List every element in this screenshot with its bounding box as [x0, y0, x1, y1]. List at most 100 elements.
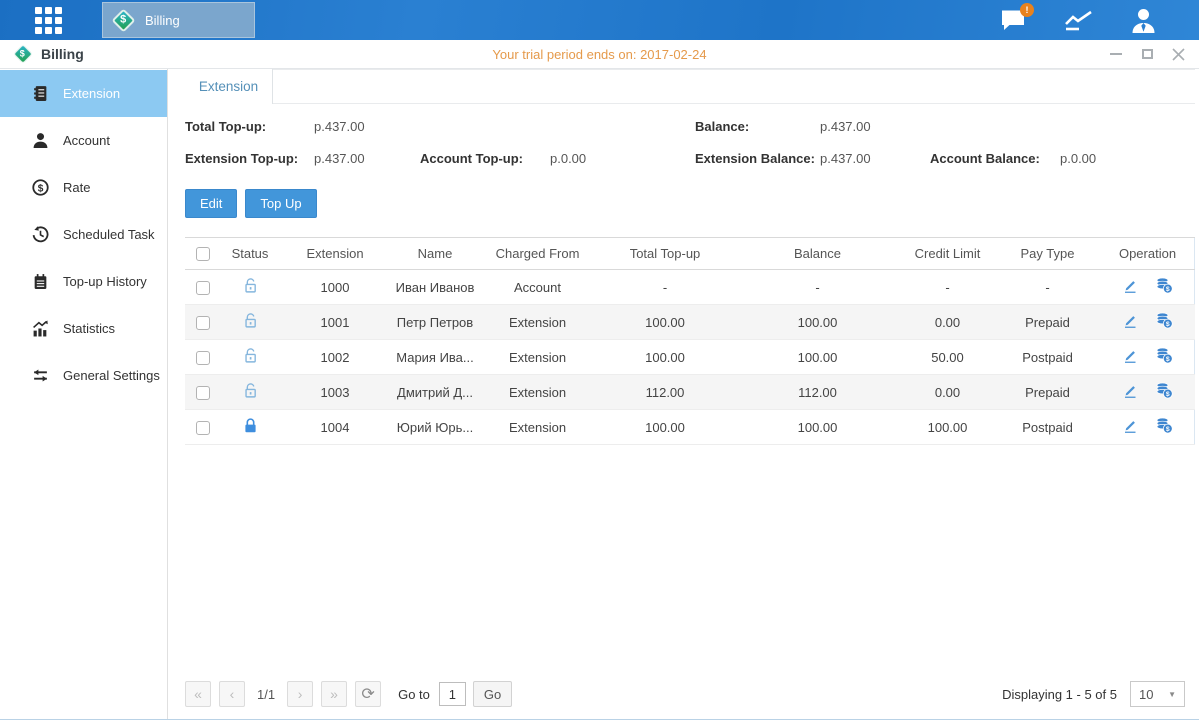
sidebar-item-label: Account [63, 133, 110, 148]
person-icon [32, 132, 49, 149]
balance-value: p.437.00 [820, 119, 930, 134]
summary-panel: Total Top-up: p.437.00 Balance: p.437.00… [185, 119, 1199, 166]
first-page-button[interactable]: « [185, 681, 211, 707]
svg-text:$: $ [1166, 286, 1170, 293]
topup-coins-icon[interactable]: $ [1155, 347, 1173, 364]
trial-notice: Your trial period ends on: 2017-02-24 [0, 47, 1199, 62]
sidebar: Extension Account $ Rate Scheduled Task [0, 69, 168, 719]
sidebar-item-label: General Settings [63, 368, 160, 383]
row-checkbox[interactable] [196, 351, 210, 365]
col-charged-from: Charged From [480, 238, 595, 270]
cell-total-topup: 100.00 [595, 305, 735, 340]
edit-button[interactable]: Edit [185, 189, 237, 218]
cell-balance: - [735, 270, 900, 305]
cell-balance: 100.00 [735, 305, 900, 340]
cell-charged-from: Extension [480, 410, 595, 445]
user-account-icon[interactable] [1130, 8, 1157, 33]
row-checkbox[interactable] [196, 386, 210, 400]
sidebar-item-rate[interactable]: $ Rate [0, 164, 167, 211]
topup-coins-icon[interactable]: $ [1155, 312, 1173, 329]
sidebar-item-account[interactable]: Account [0, 117, 167, 164]
cell-total-topup: 112.00 [595, 375, 735, 410]
row-checkbox[interactable] [196, 316, 210, 330]
displaying-info: Displaying 1 - 5 of 5 [1002, 687, 1117, 702]
row-checkbox[interactable] [196, 281, 210, 295]
lock-open-icon[interactable] [242, 312, 259, 329]
taskbar-billing-tab[interactable]: $ Billing [102, 2, 255, 38]
lock-open-icon[interactable] [242, 277, 259, 294]
table-row: 1002 Мария Ива... Extension 100.00 100.0… [185, 340, 1195, 375]
cell-extension: 1003 [280, 375, 390, 410]
topup-coins-icon[interactable]: $ [1155, 382, 1173, 399]
extension-topup-label: Extension Top-up: [185, 151, 314, 166]
topup-coins-icon[interactable]: $ [1155, 277, 1173, 294]
edit-icon[interactable] [1122, 313, 1138, 329]
total-topup-label: Total Top-up: [185, 119, 314, 134]
cell-balance: 100.00 [735, 410, 900, 445]
app-launcher-grid-icon[interactable] [35, 7, 62, 34]
select-all-checkbox[interactable] [196, 247, 210, 261]
chevron-down-icon: ▼ [1168, 690, 1176, 699]
account-balance-value: p.0.00 [1060, 151, 1199, 166]
sidebar-item-scheduled-task[interactable]: Scheduled Task [0, 211, 167, 258]
cell-name: Юрий Юрь... [390, 410, 480, 445]
cell-name: Дмитрий Д... [390, 375, 480, 410]
cell-name: Петр Петров [390, 305, 480, 340]
cell-balance: 100.00 [735, 340, 900, 375]
page-size-select[interactable]: 10 ▼ [1130, 681, 1185, 707]
resource-monitor-icon[interactable] [1063, 9, 1094, 32]
lock-open-icon[interactable] [242, 382, 259, 399]
tab-extension[interactable]: Extension [185, 69, 273, 104]
edit-icon[interactable] [1122, 278, 1138, 294]
cell-charged-from: Account [480, 270, 595, 305]
total-topup-value: p.437.00 [314, 119, 420, 134]
edit-icon[interactable] [1122, 348, 1138, 364]
topup-coins-icon[interactable]: $ [1155, 417, 1173, 434]
col-balance: Balance [735, 238, 900, 270]
go-button[interactable]: Go [473, 681, 512, 707]
account-topup-value: p.0.00 [550, 151, 695, 166]
minimize-icon[interactable] [1109, 48, 1123, 60]
table-row: 1000 Иван Иванов Account - - - - $ [185, 270, 1195, 305]
cell-extension: 1002 [280, 340, 390, 375]
taskbar-tab-label: Billing [145, 13, 180, 28]
notifications-icon[interactable]: ! [1000, 9, 1027, 32]
table-row: 1004 Юрий Юрь... Extension 100.00 100.00… [185, 410, 1195, 445]
top-up-button[interactable]: Top Up [245, 189, 316, 218]
sidebar-item-label: Rate [63, 180, 90, 195]
edit-icon[interactable] [1122, 418, 1138, 434]
sidebar-item-label: Top-up History [63, 274, 147, 289]
next-page-button[interactable]: › [287, 681, 313, 707]
lock-open-icon[interactable] [242, 347, 259, 364]
account-topup-label: Account Top-up: [420, 151, 550, 166]
close-icon[interactable] [1171, 48, 1185, 60]
last-page-button[interactable]: » [321, 681, 347, 707]
billing-app-icon: $ [111, 8, 135, 32]
sidebar-item-topup-history[interactable]: Top-up History [0, 258, 167, 305]
maximize-icon[interactable] [1140, 48, 1154, 60]
col-total-topup: Total Top-up [595, 238, 735, 270]
cell-balance: 112.00 [735, 375, 900, 410]
svg-text:$: $ [38, 183, 44, 194]
tab-bar: Extension [185, 69, 1195, 104]
cell-pay-type: Postpaid [995, 410, 1100, 445]
col-extension: Extension [280, 238, 390, 270]
cell-pay-type: Prepaid [995, 305, 1100, 340]
main-content: Extension Total Top-up: p.437.00 Balance… [168, 69, 1199, 719]
sidebar-item-label: Extension [63, 86, 120, 101]
ledger-icon [32, 85, 49, 102]
page-indicator: 1/1 [257, 687, 275, 702]
row-checkbox[interactable] [196, 421, 210, 435]
edit-icon[interactable] [1122, 383, 1138, 399]
sidebar-item-statistics[interactable]: Statistics [0, 305, 167, 352]
window-title: Billing [41, 46, 84, 62]
sidebar-item-extension[interactable]: Extension [0, 70, 167, 117]
goto-page-input[interactable] [439, 682, 466, 706]
col-pay-type: Pay Type [995, 238, 1100, 270]
prev-page-button[interactable]: ‹ [219, 681, 245, 707]
cell-credit-limit: 0.00 [900, 375, 995, 410]
sidebar-item-general-settings[interactable]: General Settings [0, 352, 167, 399]
cell-pay-type: Postpaid [995, 340, 1100, 375]
refresh-icon[interactable]: ⟳ [355, 681, 381, 707]
lock-closed-icon[interactable] [242, 417, 259, 434]
